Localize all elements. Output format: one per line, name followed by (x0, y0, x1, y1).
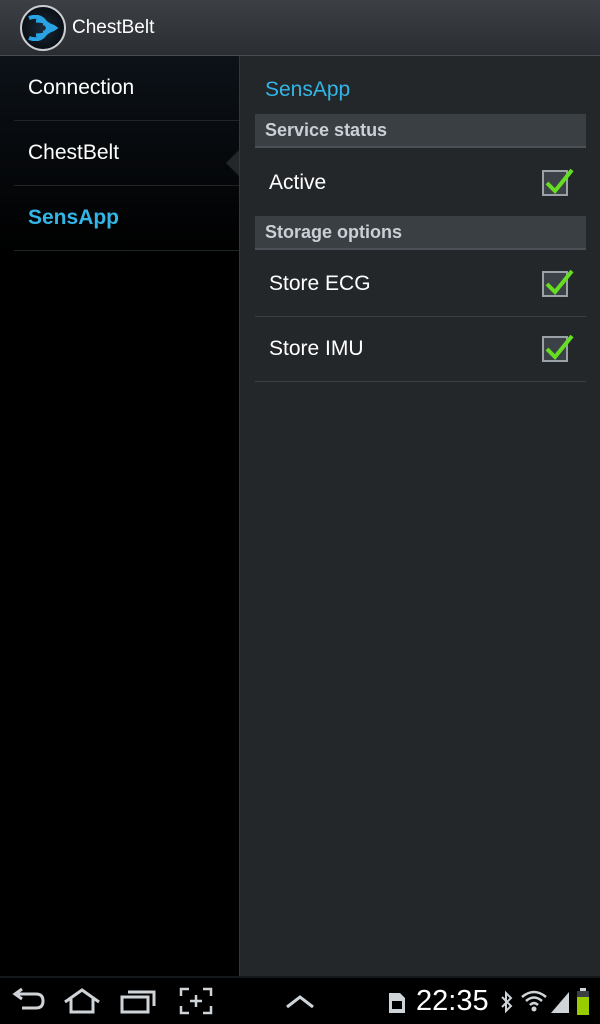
selection-caret (226, 149, 240, 177)
pref-active[interactable]: Active (255, 150, 586, 215)
check-icon (545, 269, 574, 295)
store-imu-checkbox[interactable] (542, 334, 574, 362)
recent-apps-icon[interactable] (118, 986, 158, 1016)
pref-label: Store IMU (269, 337, 364, 360)
bluetooth-icon (500, 990, 514, 1018)
header-item-label: Connection (28, 76, 135, 99)
check-icon (545, 334, 574, 360)
headers-pane: Connection ChestBelt SensApp (0, 56, 239, 976)
menu-up-icon[interactable] (280, 986, 320, 1016)
active-checkbox[interactable] (542, 168, 574, 196)
wifi-icon (520, 988, 548, 1018)
category-title: Service status (265, 119, 388, 140)
pref-label: Store ECG (269, 272, 371, 295)
header-item-connection[interactable]: Connection (14, 56, 239, 121)
sd-card-icon (388, 992, 406, 1018)
breadcrumb: SensApp (265, 78, 351, 101)
chestbelt-logo-icon[interactable] (20, 4, 66, 51)
battery-icon (576, 988, 590, 1020)
category-storage-options: Storage options (255, 216, 586, 250)
app-title: ChestBelt (72, 16, 155, 38)
home-icon[interactable] (62, 986, 102, 1016)
pref-label: Active (269, 170, 327, 194)
check-icon (545, 168, 574, 194)
preferences-pane: SensApp Service status Active Storage op… (239, 56, 600, 976)
back-icon[interactable] (8, 986, 48, 1016)
store-ecg-checkbox[interactable] (542, 269, 574, 297)
screenshot-icon[interactable] (176, 986, 216, 1016)
system-bar: 22:35 (0, 976, 600, 1024)
signal-icon (550, 990, 570, 1018)
pref-store-ecg[interactable]: Store ECG (255, 252, 586, 317)
header-item-chestbelt[interactable]: ChestBelt (14, 121, 239, 186)
header-item-label: ChestBelt (28, 141, 120, 164)
action-bar: ChestBelt (0, 0, 600, 56)
category-title: Storage options (265, 221, 403, 242)
clock: 22:35 (416, 985, 489, 1017)
pref-store-imu[interactable]: Store IMU (255, 317, 586, 382)
header-item-label: SensApp (28, 206, 120, 229)
header-item-sensapp[interactable]: SensApp (14, 186, 239, 251)
category-service-status: Service status (255, 114, 586, 148)
